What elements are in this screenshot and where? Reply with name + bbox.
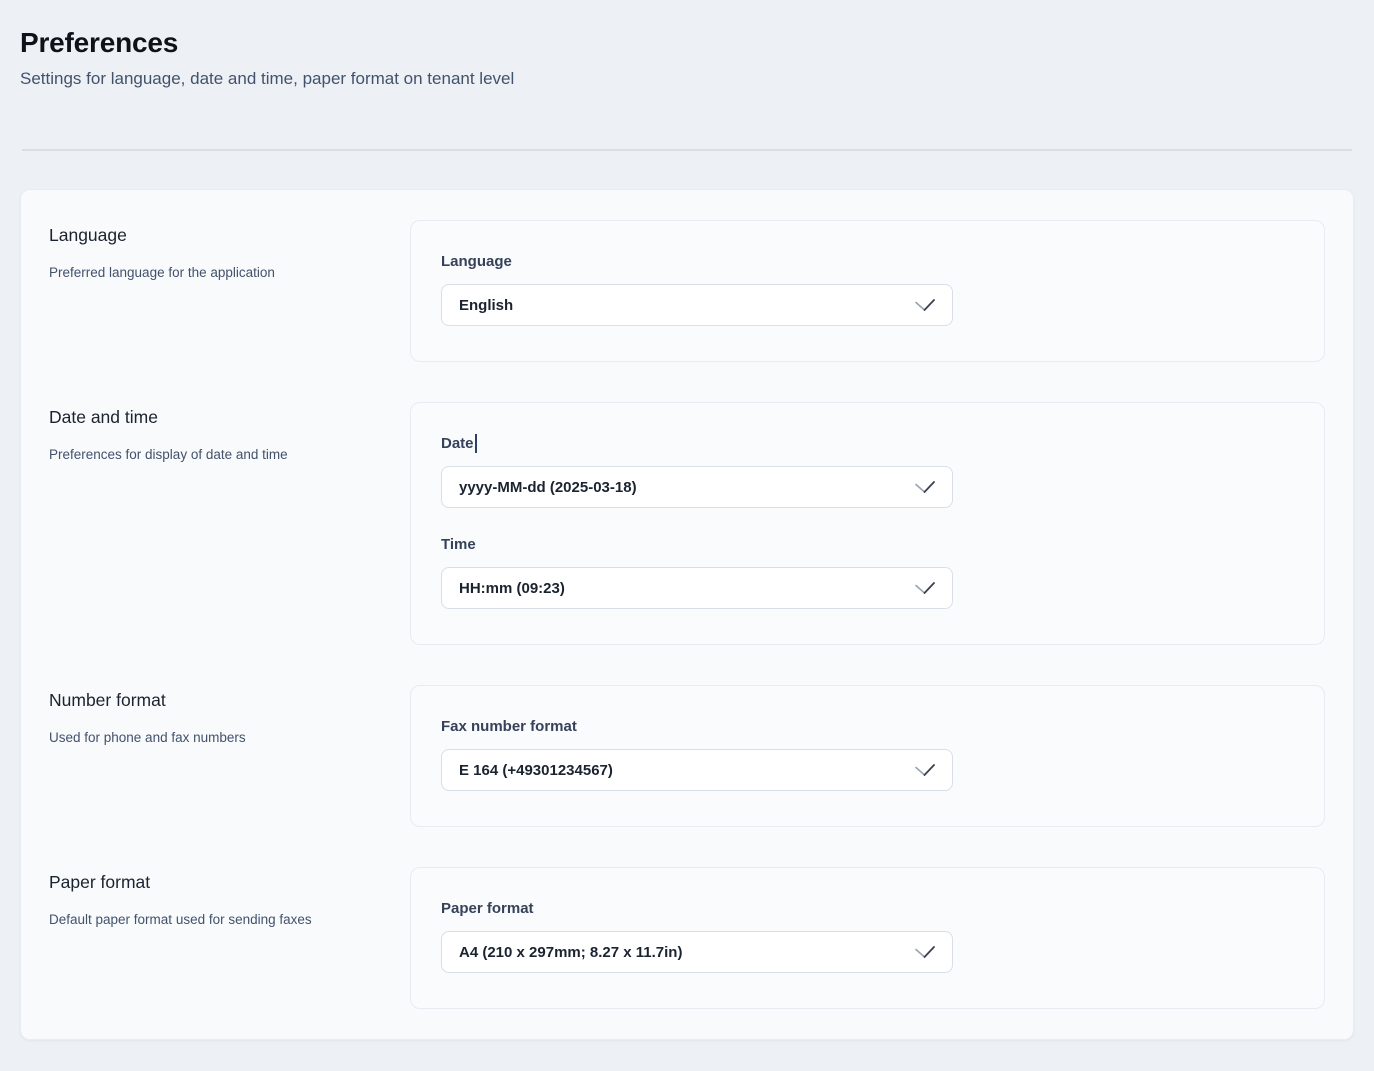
field-label-text: Fax number format <box>441 717 577 736</box>
preferences-card: Language Preferred language for the appl… <box>20 189 1354 1040</box>
paper-format-field: Paper format A4 (210 x 297mm; 8.27 x 11.… <box>441 899 1294 973</box>
date-field: Date yyyy-MM-dd (2025-03-18) <box>441 434 1294 508</box>
paper-format-field-label: Paper format <box>441 899 1294 918</box>
date-format-select[interactable]: yyyy-MM-dd (2025-03-18) <box>441 466 953 508</box>
field-label-text: Time <box>441 535 476 554</box>
field-label-text: Language <box>441 252 512 271</box>
section-language-info: Language Preferred language for the appl… <box>49 220 410 283</box>
paper-format-panel: Paper format A4 (210 x 297mm; 8.27 x 11.… <box>410 867 1325 1009</box>
fax-number-format-field-label: Fax number format <box>441 717 1294 736</box>
page-header: Preferences Settings for language, date … <box>20 0 1354 90</box>
text-caret <box>475 434 477 453</box>
section-description: Preferences for display of date and time <box>49 446 380 465</box>
section-title: Paper format <box>49 872 380 894</box>
header-divider <box>22 149 1352 151</box>
language-select-value: English <box>459 297 513 314</box>
chevron-down-icon <box>914 945 936 959</box>
date-field-label: Date <box>441 434 1294 453</box>
language-field-label: Language <box>441 252 1294 271</box>
section-title: Language <box>49 225 380 247</box>
section-description: Used for phone and fax numbers <box>49 729 380 748</box>
section-number-format: Number format Used for phone and fax num… <box>49 685 1325 827</box>
page-subtitle: Settings for language, date and time, pa… <box>20 67 1354 91</box>
chevron-down-icon <box>914 581 936 595</box>
chevron-down-icon <box>914 480 936 494</box>
chevron-down-icon <box>914 763 936 777</box>
number-format-panel: Fax number format E 164 (+49301234567) <box>410 685 1325 827</box>
time-field: Time HH:mm (09:23) <box>441 535 1294 609</box>
fax-number-format-select[interactable]: E 164 (+49301234567) <box>441 749 953 791</box>
time-field-label: Time <box>441 535 1294 554</box>
language-panel: Language English <box>410 220 1325 362</box>
paper-format-select-value: A4 (210 x 297mm; 8.27 x 11.7in) <box>459 944 682 961</box>
language-field: Language English <box>441 252 1294 326</box>
section-description: Default paper format used for sending fa… <box>49 911 380 930</box>
section-number-format-info: Number format Used for phone and fax num… <box>49 685 410 748</box>
date-format-select-value: yyyy-MM-dd (2025-03-18) <box>459 479 637 496</box>
time-format-select[interactable]: HH:mm (09:23) <box>441 567 953 609</box>
chevron-down-icon <box>914 298 936 312</box>
paper-format-select[interactable]: A4 (210 x 297mm; 8.27 x 11.7in) <box>441 931 953 973</box>
section-paper-format-info: Paper format Default paper format used f… <box>49 867 410 930</box>
section-title: Number format <box>49 690 380 712</box>
fax-number-format-select-value: E 164 (+49301234567) <box>459 762 613 779</box>
time-format-select-value: HH:mm (09:23) <box>459 580 565 597</box>
section-paper-format: Paper format Default paper format used f… <box>49 867 1325 1009</box>
section-description: Preferred language for the application <box>49 264 380 283</box>
fax-number-format-field: Fax number format E 164 (+49301234567) <box>441 717 1294 791</box>
section-language: Language Preferred language for the appl… <box>49 220 1325 362</box>
section-date-time: Date and time Preferences for display of… <box>49 402 1325 645</box>
date-time-panel: Date yyyy-MM-dd (2025-03-18) Time <box>410 402 1325 645</box>
section-date-time-info: Date and time Preferences for display of… <box>49 402 410 465</box>
preferences-page: Preferences Settings for language, date … <box>0 0 1374 1040</box>
field-label-text: Paper format <box>441 899 534 918</box>
language-select[interactable]: English <box>441 284 953 326</box>
page-title: Preferences <box>20 26 1354 60</box>
section-title: Date and time <box>49 407 380 429</box>
field-label-text: Date <box>441 434 474 453</box>
